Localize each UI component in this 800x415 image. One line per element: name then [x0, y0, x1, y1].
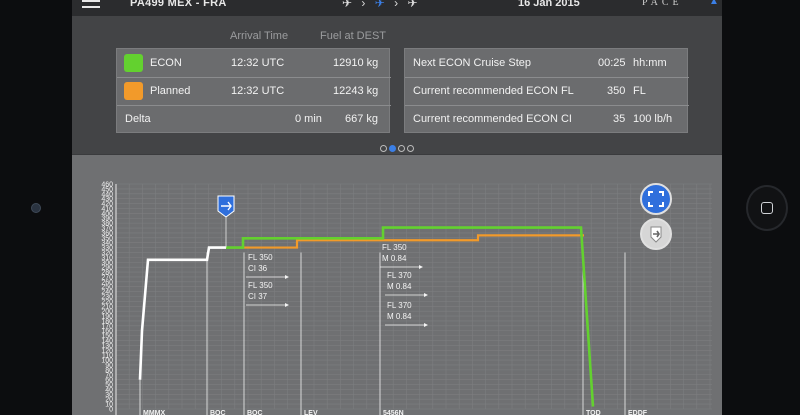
waypoint-label: EDDF	[628, 410, 648, 415]
flight-title: PA499 MEX - FRA	[130, 0, 227, 9]
row-arrival: 0 min	[295, 113, 322, 125]
fullscreen-button[interactable]	[640, 183, 672, 215]
caret-up-icon[interactable]: ▲	[709, 0, 719, 7]
annotation-arrowhead	[285, 275, 289, 279]
arrival-time-header: Arrival Time	[230, 30, 289, 42]
camera-icon	[31, 203, 41, 213]
row-fuel: 12243 kg	[333, 85, 379, 97]
annotation-label: CI 36	[248, 264, 268, 273]
waypoint-label: MMMX	[143, 410, 165, 415]
flight-phase-nav: ✈ › ✈ › ✈	[342, 0, 424, 10]
rec-label: Next ECON Cruise Step	[413, 57, 531, 69]
rec-label: Current recommended ECON FL	[413, 85, 574, 97]
menu-icon[interactable]	[82, 0, 100, 8]
shield-plane-icon	[650, 226, 662, 243]
app-screen: PA499 MEX - FRA ✈ › ✈ › ✈ 16 Jan 2015 PA…	[72, 0, 722, 415]
cruise-phase-icon[interactable]: ✈	[375, 0, 385, 10]
summary-panel: Arrival Time Fuel at DEST ECON 12:32 UTC…	[72, 16, 722, 154]
table-row: Next ECON Cruise Step 00:25 hh:mm	[405, 49, 689, 77]
rec-value: 35	[613, 113, 626, 125]
table-row[interactable]: Planned 12:32 UTC 12243 kg	[117, 77, 391, 105]
waypoint-label: TOD	[586, 410, 601, 415]
annotation-label: FL 370	[387, 301, 412, 310]
top-bar: PA499 MEX - FRA ✈ › ✈ › ✈ 16 Jan 2015 PA…	[72, 0, 722, 16]
row-label: ECON	[150, 57, 182, 69]
annotation-label: FL 350	[248, 253, 273, 262]
row-label: Planned	[150, 85, 191, 97]
tablet-frame: PA499 MEX - FRA ✈ › ✈ › ✈ 16 Jan 2015 PA…	[0, 0, 800, 415]
table-row: Current recommended ECON FL 350 FL	[405, 77, 689, 105]
flight-date: 16 Jan 2015	[518, 0, 580, 9]
recommendation-table: Next ECON Cruise Step 00:25 hh:mm Curren…	[404, 48, 689, 133]
phase-arrow: ›	[394, 0, 399, 10]
annotation-arrowhead	[419, 265, 423, 269]
home-button[interactable]	[746, 185, 788, 231]
annotation-label: M 0.84	[382, 254, 407, 263]
profile-plot: 0102030405060708090100110120130140150160…	[101, 182, 712, 415]
phase-arrow: ›	[361, 0, 366, 10]
rec-unit: FL	[633, 85, 646, 97]
page-dot[interactable]	[398, 145, 405, 152]
descent-phase-icon[interactable]: ✈	[408, 0, 418, 10]
table-row[interactable]: ECON 12:32 UTC 12910 kg	[117, 49, 391, 77]
waypoint-toggle-button[interactable]	[640, 218, 672, 250]
row-fuel: 667 kg	[345, 113, 379, 125]
annotation-label: FL 350	[382, 243, 407, 252]
row-fuel: 12910 kg	[333, 57, 379, 69]
vertical-profile-chart: 0 10 20 30 40 50 60 70 80 90 100 110 120 130 140 150 160…	[72, 155, 722, 415]
row-label: Delta	[125, 113, 151, 125]
waypoint-label: 5456N	[383, 410, 404, 415]
row-arrival: 12:32 UTC	[231, 57, 285, 69]
fuel-header: Fuel at DEST	[320, 30, 387, 42]
expand-icon	[648, 191, 664, 207]
row-arrival: 12:32 UTC	[231, 85, 285, 97]
page-dot[interactable]	[380, 145, 387, 152]
rec-unit: 100 lb/h	[633, 113, 673, 125]
home-square-icon	[761, 202, 773, 214]
econ-swatch	[124, 54, 143, 72]
brand-logo: PACE	[642, 0, 683, 8]
table-row: Current recommended ECON CI 35 100 lb/h	[405, 105, 689, 133]
annotation-label: M 0.84	[387, 282, 412, 291]
annotation-label: M 0.84	[387, 312, 412, 321]
waypoint-label: LEV	[304, 410, 318, 415]
rec-label: Current recommended ECON CI	[413, 113, 572, 125]
waypoint-label: BOC	[210, 410, 226, 415]
rec-value: 350	[607, 85, 626, 97]
comparison-table: ECON 12:32 UTC 12910 kg Planned 12:32 UT…	[116, 48, 391, 133]
table-row: Delta 0 min 667 kg	[117, 105, 391, 133]
rec-value: 00:25	[598, 57, 626, 69]
rec-unit: hh:mm	[633, 57, 667, 69]
planned-swatch	[124, 82, 143, 100]
annotation-label: CI 37	[248, 292, 268, 301]
annotation-arrowhead	[424, 323, 428, 327]
waypoint-label: BOC	[247, 410, 263, 415]
climb-phase-icon[interactable]: ✈	[342, 0, 352, 10]
annotation-label: FL 350	[248, 281, 273, 290]
page-dot[interactable]	[389, 145, 396, 152]
y-tick-label: 460	[101, 182, 113, 189]
annotation-label: FL 370	[387, 271, 412, 280]
page-dot[interactable]	[407, 145, 414, 152]
